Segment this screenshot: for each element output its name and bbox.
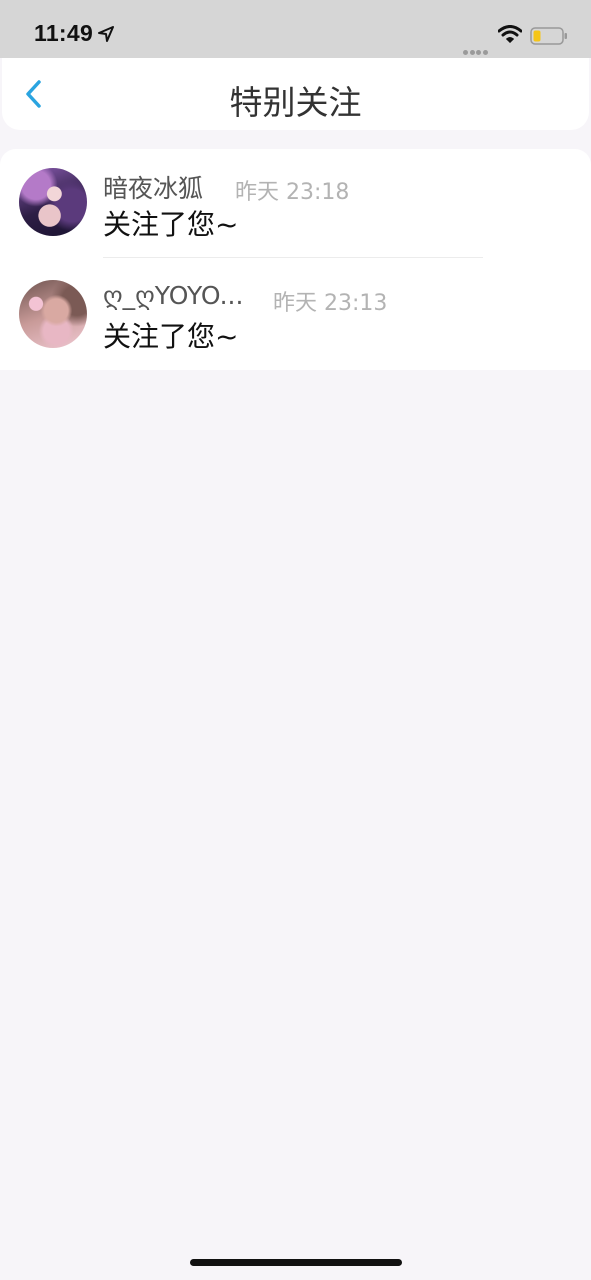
signal-dots-icon [463, 40, 489, 59]
home-indicator [190, 1259, 402, 1266]
divider [103, 257, 483, 258]
location-arrow-icon [98, 26, 114, 46]
page-title: 特别关注 [229, 83, 362, 122]
status-bar: 11:49 [0, 0, 591, 58]
message-text: 关注了您~ [103, 320, 239, 353]
list-item[interactable]: 暗夜冰狐 昨天 23:18 关注了您~ [0, 149, 591, 259]
status-time: 11:49 [34, 20, 94, 46]
follow-list: 暗夜冰狐 昨天 23:18 关注了您~ ღ_ღYOYO... 昨天 23:13 … [0, 149, 591, 370]
wifi-icon [497, 25, 523, 47]
battery-icon [530, 27, 568, 49]
avatar[interactable] [19, 168, 87, 236]
user-name: ღ_ღYOYO... [103, 281, 244, 310]
nav-bar: 特别关注 [2, 58, 589, 130]
list-item[interactable]: ღ_ღYOYO... 昨天 23:13 关注了您~ [0, 259, 591, 369]
avatar[interactable] [19, 280, 87, 348]
timestamp: 昨天 23:18 [235, 180, 350, 205]
user-name: 暗夜冰狐 [103, 174, 204, 203]
message-text: 关注了您~ [103, 208, 239, 241]
timestamp: 昨天 23:13 [273, 291, 388, 316]
